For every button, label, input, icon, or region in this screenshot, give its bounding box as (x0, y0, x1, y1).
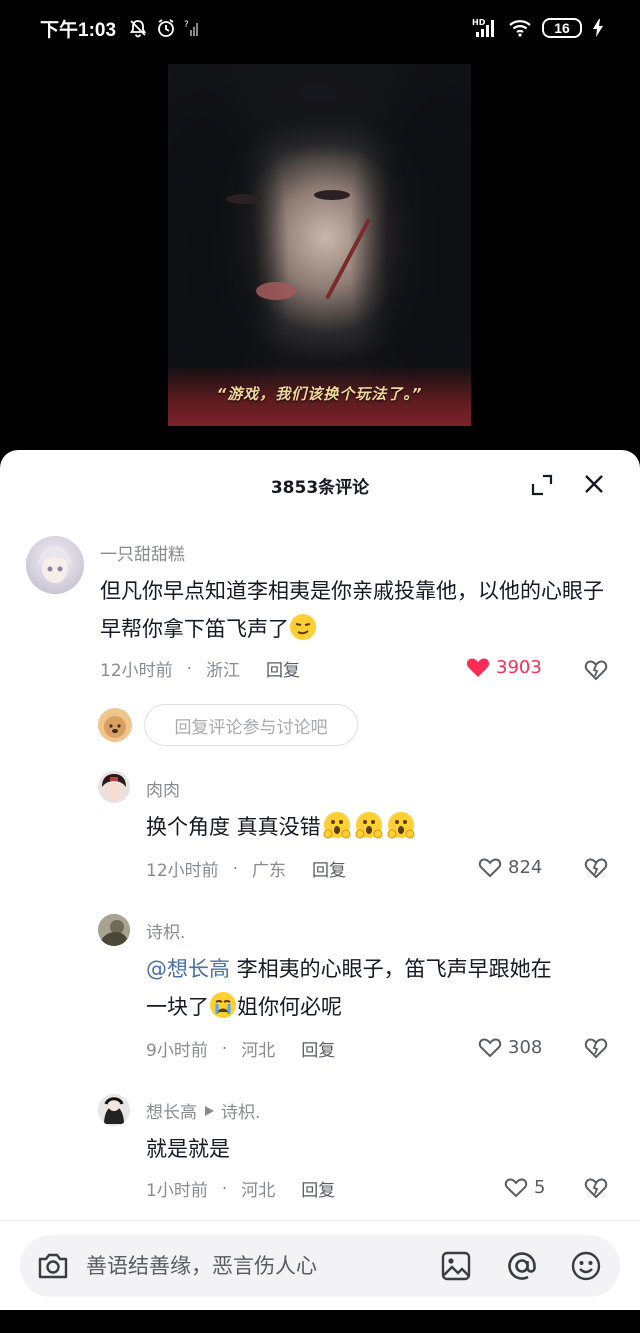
reply-username[interactable]: 诗枳. (146, 918, 185, 943)
camera-icon[interactable] (36, 1250, 70, 1286)
comments-count-title: 3853条评论 (270, 477, 370, 498)
mention-link[interactable]: @想长高 (146, 957, 230, 981)
like-count: 308 (508, 1036, 543, 1058)
like-button[interactable]: 308 (478, 1036, 542, 1058)
comment-meta: 12小时前 · 浙江 回复 (100, 656, 300, 682)
video-player[interactable]: “游戏，我们该换个玩法了。” (0, 56, 640, 450)
silent-bell-icon (128, 18, 148, 38)
like-count: 3903 (496, 656, 542, 678)
heart-outline-icon (504, 1178, 528, 1198)
reply-location: 广东 (252, 861, 287, 881)
status-time: 下午1:03 (40, 19, 117, 41)
charging-icon (592, 18, 604, 38)
video-frame[interactable]: “游戏，我们该换个玩法了。” (168, 64, 471, 426)
like-count: 824 (508, 856, 543, 878)
comment-username[interactable]: 一只甜甜糕 (100, 540, 185, 565)
like-button[interactable]: 3903 (466, 656, 542, 678)
battery-icon: 16 (542, 18, 582, 38)
comment-input-placeholder: 善语结善缘，恶言伤人心 (86, 1254, 317, 1278)
reply-time: 12小时前 (146, 861, 219, 881)
status-bar: 下午1:03 ? HD 16 (0, 0, 640, 56)
reply-username[interactable]: 肉肉 (146, 776, 180, 801)
close-icon[interactable] (582, 472, 606, 496)
hd-signal-icon: HD (472, 17, 498, 39)
play-triangle-icon (205, 1105, 214, 1116)
comment-text: 但凡你早点知道李相夷是你亲戚投靠他，以他的心眼子早帮你拿下笛飞声了 (100, 579, 604, 641)
dislike-icon[interactable] (584, 658, 608, 682)
comment-time: 12小时前 (100, 661, 173, 681)
reply-username[interactable]: 想长高 (146, 1098, 197, 1123)
reply-text: 换个角度 真真没错 (146, 808, 415, 846)
sim-icon: ? (184, 18, 200, 38)
comment-location: 浙江 (206, 661, 241, 681)
avatar[interactable] (98, 1094, 130, 1126)
like-count: 5 (534, 1176, 546, 1198)
heart-outline-icon (478, 1038, 502, 1058)
comment-input[interactable]: 善语结善缘，恶言伤人心 (20, 1235, 620, 1297)
shocked-emoji-icon (355, 812, 383, 839)
dislike-icon[interactable] (584, 856, 608, 880)
reply-button[interactable]: 回复 (266, 656, 300, 681)
smug-emoji-icon (290, 614, 316, 640)
like-button[interactable]: 5 (504, 1176, 545, 1198)
reply-text: 就是就是 (146, 1137, 230, 1161)
image-icon[interactable] (440, 1250, 472, 1286)
reply-location: 河北 (241, 1181, 276, 1201)
reply-button[interactable]: 回复 (312, 856, 346, 881)
reply-button[interactable]: 回复 (301, 1176, 335, 1201)
shocked-emoji-icon (387, 812, 415, 839)
expand-icon[interactable] (530, 473, 554, 497)
avatar[interactable] (98, 914, 130, 946)
comments-header: 3853条评论 (0, 450, 640, 520)
svg-text:HD: HD (472, 18, 486, 27)
reply-text: @想长高 李相夷的心眼子，笛飞声早跟她在 一块了 姐你何必呢 (146, 957, 552, 1019)
dislike-icon[interactable] (584, 1176, 608, 1200)
alarm-icon (156, 18, 176, 38)
reply-meta: 9小时前 · 河北 回复 (146, 1036, 335, 1062)
reply-meta: 12小时前 · 广东 回复 (146, 856, 346, 882)
comment-input-bar: 善语结善缘，恶言伤人心 (0, 1220, 640, 1310)
avatar[interactable] (98, 771, 130, 803)
avatar[interactable] (26, 536, 84, 594)
reply-username-thread: 想长高 诗枳. (146, 1098, 260, 1123)
reply-prompt-button[interactable]: 回复评论参与讨论吧 (144, 704, 358, 746)
wifi-icon (508, 18, 532, 38)
svg-text:?: ? (184, 20, 189, 30)
reply-meta: 1小时前 · 河北 回复 (146, 1176, 335, 1202)
nav-gesture-bar (0, 1310, 640, 1333)
heart-outline-icon (478, 858, 502, 878)
dislike-icon[interactable] (584, 1036, 608, 1060)
crying-emoji-icon (210, 992, 236, 1018)
reply-location: 河北 (241, 1041, 276, 1061)
reply-time: 1小时前 (146, 1181, 208, 1201)
emoji-icon[interactable] (570, 1250, 602, 1286)
reply-button[interactable]: 回复 (301, 1036, 335, 1061)
reply-to-username[interactable]: 诗枳. (221, 1098, 260, 1123)
shocked-emoji-icon (323, 812, 351, 839)
heart-filled-icon (466, 658, 490, 677)
comments-panel: 3853条评论 一只甜甜糕 但凡你早点知道李相夷是你亲戚投靠他，以他的心眼子早帮… (0, 450, 640, 1220)
video-subtitle: “游戏，我们该换个玩法了。” (216, 385, 423, 403)
my-avatar (98, 708, 132, 742)
like-button[interactable]: 824 (478, 856, 542, 878)
at-mention-icon[interactable] (506, 1250, 538, 1286)
reply-time: 9小时前 (146, 1041, 208, 1061)
